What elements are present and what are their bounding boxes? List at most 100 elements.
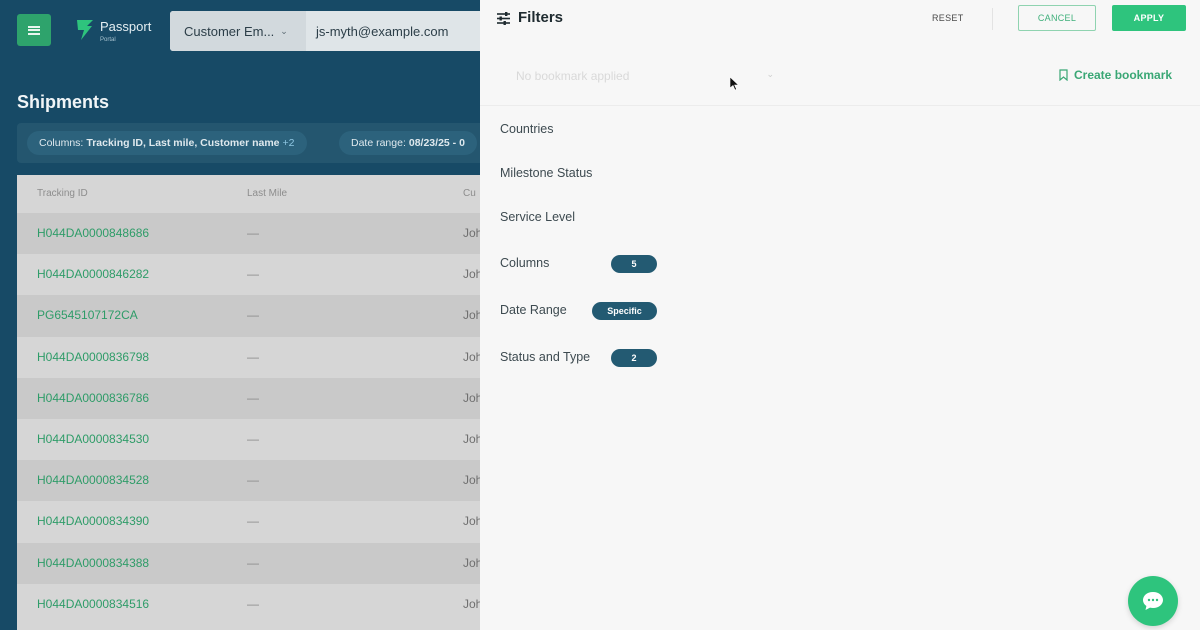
chat-button[interactable] [1128, 576, 1178, 626]
customer-cell: Joh [463, 555, 480, 570]
table-row[interactable]: H044DA0000834516 — Joh [17, 584, 480, 625]
table-row[interactable]: H044DA0000834530 — Joh [17, 419, 480, 460]
shipments-app: Passport Portal Customer Em... ⌄ js-myth… [0, 0, 480, 630]
tracking-id-link[interactable]: PG6545107172CA [37, 308, 138, 322]
columns-count-badge: 5 [611, 255, 657, 273]
table-row[interactable]: H044DA0000846282 — Joh [17, 254, 480, 295]
last-mile-cell: — [247, 349, 259, 364]
filter-columns[interactable]: Columns [500, 256, 549, 270]
customer-cell: Joh [463, 226, 480, 240]
filter-date-range[interactable]: Date Range [500, 303, 567, 317]
page-title: Shipments [17, 92, 110, 112]
tracking-id-link[interactable]: H044DA0000848686 [37, 226, 149, 240]
bookmark-icon [1059, 69, 1068, 81]
columns-chip[interactable]: Columns: Tracking ID, Last mile, Custome… [27, 131, 307, 155]
applied-filters-bar: Columns: Tracking ID, Last mile, Custome… [17, 123, 480, 163]
filter-status-and-type[interactable]: Status and Type [500, 350, 590, 364]
bookmark-placeholder: No bookmark applied [516, 69, 630, 83]
customer-cell: Joh [463, 349, 480, 364]
top-bar: Passport Portal Customer Em... ⌄ js-myth… [0, 0, 480, 62]
table-body: H044DA0000848686 — Joh H044DA0000846282 … [17, 213, 480, 625]
customer-cell: Joh [463, 431, 480, 446]
columns-chip-value: Tracking ID, Last mile, Customer name [86, 137, 280, 149]
columns-chip-label: Columns: [39, 137, 84, 149]
table-row[interactable]: PG6545107172CA — Joh [17, 295, 480, 337]
tracking-id-link[interactable]: H044DA0000836786 [37, 391, 149, 405]
last-mile-cell: — [247, 390, 259, 405]
search-input[interactable]: js-myth@example.com [306, 24, 448, 39]
filter-label: Date Range [500, 303, 567, 317]
table-row[interactable]: H044DA0000834390 — Joh [17, 501, 480, 542]
tracking-id-link[interactable]: H044DA0000834388 [37, 556, 149, 570]
date-range-badge: Specific [592, 302, 657, 320]
sliders-icon [497, 12, 510, 25]
header-divider [992, 8, 993, 30]
filter-label: Countries [500, 122, 554, 136]
last-mile-cell: — [247, 431, 259, 446]
customer-cell: Joh [463, 473, 480, 488]
table-row[interactable]: H044DA0000848686 — Joh [17, 213, 480, 255]
panel-title: Filters [518, 9, 564, 26]
passport-logo-icon [77, 20, 93, 40]
tracking-id-link[interactable]: H044DA0000834390 [37, 514, 149, 528]
table-row[interactable]: H044DA0000836798 — Joh [17, 337, 480, 378]
customer-cell: Joh [463, 308, 480, 323]
tracking-id-link[interactable]: H044DA0000836798 [37, 350, 149, 364]
create-bookmark-label: Create bookmark [1074, 68, 1173, 82]
hamburger-icon [28, 25, 40, 35]
chat-bubble-icon [1143, 592, 1163, 610]
filter-label: Service Level [500, 210, 576, 224]
mouse-cursor-icon [730, 77, 740, 91]
customer-cell: Joh [463, 596, 480, 611]
header-tracking-id[interactable]: Tracking ID [37, 188, 88, 199]
table-row[interactable]: H044DA0000836786 — Joh [17, 377, 480, 419]
search-bar: Customer Em... ⌄ js-myth@example.com [170, 11, 480, 51]
table-row[interactable]: H044DA0000834528 — Joh [17, 460, 480, 502]
logo-text-block: Passport Portal [100, 18, 151, 43]
logo[interactable]: Passport Portal [75, 18, 151, 43]
logo-subtitle: Portal [100, 37, 116, 43]
apply-button[interactable]: APPLY [1112, 5, 1186, 31]
filters-panel: Filters RESET CANCEL APPLY No bookmark a… [480, 0, 1200, 630]
tracking-id-link[interactable]: H044DA0000834530 [37, 432, 149, 446]
last-mile-cell: — [247, 267, 259, 282]
menu-button[interactable] [17, 14, 51, 46]
search-field-label: Customer Em... [184, 23, 275, 39]
last-mile-cell: — [247, 555, 259, 570]
tracking-id-link[interactable]: H044DA0000834528 [37, 473, 149, 487]
last-mile-cell: — [247, 514, 259, 529]
customer-cell: Joh [463, 514, 480, 529]
panel-divider [480, 105, 1200, 106]
last-mile-cell: — [247, 226, 259, 240]
filter-service-level[interactable]: Service Level [500, 210, 575, 224]
last-mile-cell: — [247, 473, 259, 488]
chevron-down-icon: ⌄ [280, 25, 288, 36]
chevron-down-icon: ⌄ [766, 69, 774, 79]
date-chip-value: 08/23/25 - 0 [408, 137, 465, 149]
date-chip-label: Date range: [351, 137, 406, 149]
tracking-id-link[interactable]: H044DA0000834516 [37, 597, 149, 611]
filter-milestone-status[interactable]: Milestone Status [500, 166, 592, 180]
customer-cell: Joh [463, 267, 480, 282]
shipments-table: Tracking ID Last Mile Cu H044DA000084868… [17, 175, 480, 630]
header-last-mile[interactable]: Last Mile [247, 188, 287, 199]
table-row[interactable]: H044DA0000834388 — Joh [17, 542, 480, 584]
filter-countries[interactable]: Countries [500, 122, 554, 136]
filters-header: Filters RESET CANCEL APPLY [480, 0, 1200, 40]
date-range-chip[interactable]: Date range: 08/23/25 - 0 [339, 131, 477, 155]
customer-cell: Joh [463, 390, 480, 405]
filter-label: Status and Type [500, 350, 591, 364]
search-field-select[interactable]: Customer Em... ⌄ [170, 11, 306, 51]
status-type-count-badge: 2 [611, 349, 657, 367]
cancel-button[interactable]: CANCEL [1018, 5, 1096, 31]
filter-label: Columns [500, 256, 550, 270]
header-customer[interactable]: Cu [463, 188, 476, 199]
reset-button[interactable]: RESET [932, 13, 964, 23]
logo-name: Passport [100, 19, 152, 34]
columns-chip-more: +2 [282, 137, 295, 149]
last-mile-cell: — [247, 596, 259, 611]
tracking-id-link[interactable]: H044DA0000846282 [37, 267, 149, 281]
last-mile-cell: — [247, 308, 259, 323]
create-bookmark-link[interactable]: Create bookmark [1059, 68, 1172, 82]
filter-label: Milestone Status [500, 166, 593, 180]
